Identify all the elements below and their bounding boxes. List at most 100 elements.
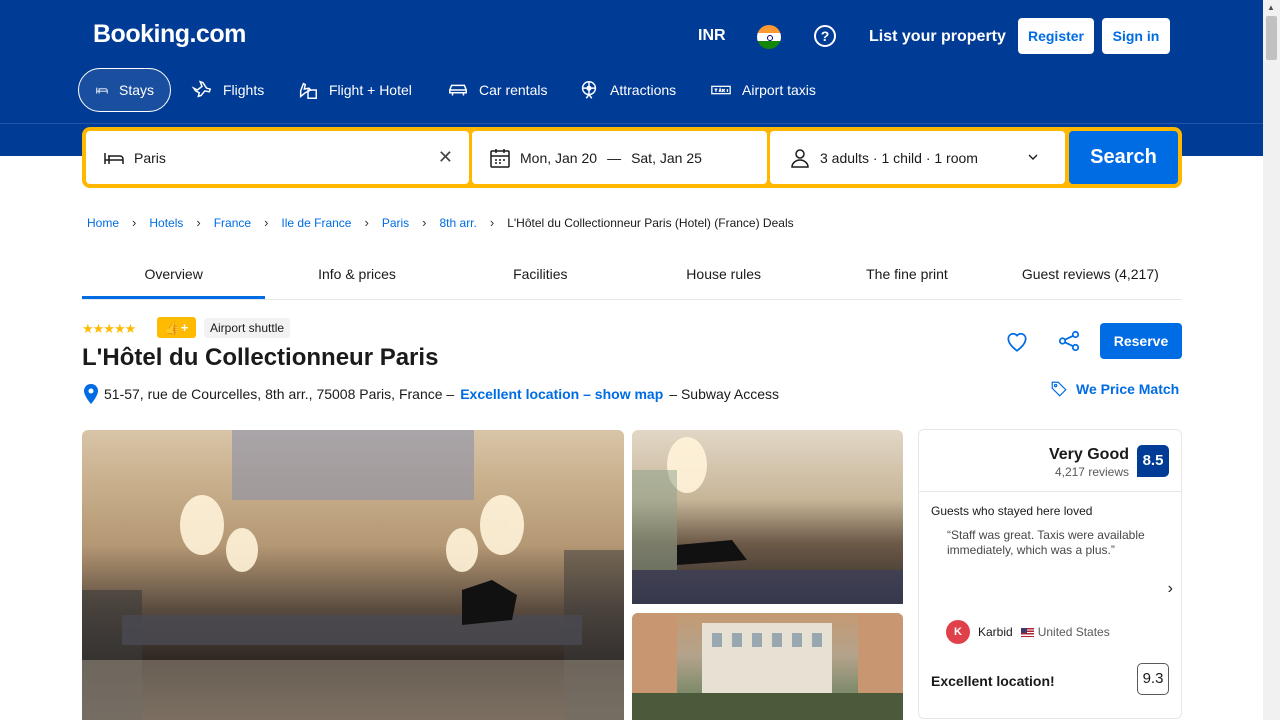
share-icon[interactable] xyxy=(1056,328,1082,354)
nav-flights[interactable]: Flights xyxy=(191,68,264,112)
thumbs-up-plus-icon: 👍+ xyxy=(157,317,196,338)
list-property-link[interactable]: List your property xyxy=(869,28,1006,46)
tab-overview[interactable]: Overview xyxy=(82,252,266,299)
address-row: 51-57, rue de Courcelles, 8th arr., 7500… xyxy=(84,384,779,404)
location-score-badge: 9.3 xyxy=(1137,663,1169,695)
chevron-right-icon[interactable]: › xyxy=(1168,580,1173,598)
chevron-right-icon: › xyxy=(264,215,269,230)
nav-car-rentals[interactable]: Car rentals xyxy=(447,68,547,112)
avatar: K xyxy=(946,620,970,644)
currency-selector[interactable]: INR xyxy=(698,27,726,45)
nav-label: Flights xyxy=(223,82,265,98)
nav-label: Car rentals xyxy=(479,82,548,98)
register-button[interactable]: Register xyxy=(1018,18,1094,54)
guests-field[interactable]: 3 adults · 1 child · 1 room xyxy=(770,131,1065,184)
car-icon xyxy=(449,84,467,96)
review-quote: “Staff was great. Taxis were available i… xyxy=(947,528,1145,557)
address-suffix: – Subway Access xyxy=(669,386,779,402)
scrollbar[interactable] xyxy=(1263,0,1280,720)
author-country-label: United States xyxy=(1037,625,1110,639)
heart-icon[interactable] xyxy=(1004,328,1030,354)
reserve-button[interactable]: Reserve xyxy=(1100,323,1182,359)
nav-flight-hotel[interactable]: Flight + Hotel xyxy=(297,68,412,112)
check-in-date: Mon, Jan 20 xyxy=(520,149,598,166)
nav-stays[interactable]: Stays xyxy=(78,68,171,112)
tab-house-rules[interactable]: House rules xyxy=(632,252,815,299)
nav-label: Flight + Hotel xyxy=(329,82,412,98)
language-flag-icon[interactable] xyxy=(757,25,781,49)
tab-info-prices[interactable]: Info & prices xyxy=(265,252,448,299)
price-match-link[interactable]: We Price Match xyxy=(1050,380,1179,398)
review-author: K Karbid United States xyxy=(946,620,1110,644)
review-summary-card: Very Good 4,217 reviews 8.5 Guests who s… xyxy=(918,429,1182,719)
search-button[interactable]: Search xyxy=(1069,131,1178,184)
us-flag-icon xyxy=(1020,627,1034,637)
plane-hotel-icon xyxy=(299,82,317,99)
breadcrumb-paris[interactable]: Paris xyxy=(382,216,409,230)
plane-icon xyxy=(191,80,212,98)
review-count: 4,217 reviews xyxy=(1054,465,1129,479)
author-name: Karbid xyxy=(978,625,1013,639)
review-score-word: Very Good xyxy=(1048,446,1129,463)
tab-fine-print[interactable]: The fine print xyxy=(815,252,998,299)
price-match-label: We Price Match xyxy=(1076,381,1180,397)
chevron-right-icon: › xyxy=(422,215,427,230)
star-rating: ★★★★★ xyxy=(82,321,136,336)
breadcrumb-hotels[interactable]: Hotels xyxy=(149,216,183,230)
nav-label: Attractions xyxy=(610,82,677,98)
destination-value: Paris xyxy=(134,149,166,166)
destination-field[interactable]: Paris ✕ xyxy=(86,131,469,184)
taxi-icon xyxy=(711,85,731,95)
review-score-header[interactable]: Very Good 4,217 reviews 8.5 xyxy=(919,430,1181,492)
person-icon xyxy=(791,148,809,168)
hotel-photo-lobby[interactable] xyxy=(82,430,624,720)
breadcrumb-home[interactable]: Home xyxy=(87,216,119,230)
header-divider xyxy=(0,123,1280,124)
breadcrumb-ile-de-france[interactable]: Ile de France xyxy=(281,216,351,230)
chevron-right-icon: › xyxy=(364,215,369,230)
date-separator: — xyxy=(607,149,622,166)
search-bar: Paris ✕ Mon, Jan 20 — Sat, Jan 25 3 adul… xyxy=(82,127,1182,188)
show-map-link[interactable]: Excellent location – show map xyxy=(460,386,663,402)
airport-shuttle-badge: Airport shuttle xyxy=(204,318,291,338)
hotel-photo-piano[interactable] xyxy=(632,430,903,604)
date-picker-field[interactable]: Mon, Jan 20 — Sat, Jan 25 xyxy=(472,131,767,184)
address-text: 51-57, rue de Courcelles, 8th arr., 7500… xyxy=(104,386,455,402)
chevron-right-icon: › xyxy=(196,215,201,230)
review-score-badge: 8.5 xyxy=(1137,445,1169,477)
chevron-right-icon: › xyxy=(132,215,137,230)
breadcrumb: Home › Hotels › France › Ile de France › Par… xyxy=(87,215,794,230)
ferris-wheel-icon xyxy=(581,81,597,99)
hotel-photo-courtyard[interactable] xyxy=(632,613,903,720)
check-out-date: Sat, Jan 25 xyxy=(631,149,702,166)
bed-icon xyxy=(104,152,124,164)
map-pin-icon xyxy=(84,384,98,404)
location-rating-label: Excellent location! xyxy=(931,673,1055,689)
hotel-title: L'Hôtel du Collectionneur Paris xyxy=(82,344,439,371)
breadcrumb-current: L'Hôtel du Collectionneur Paris (Hotel) … xyxy=(507,215,794,230)
scrollbar-thumb[interactable] xyxy=(1266,16,1277,60)
nav-label: Stays xyxy=(118,82,154,98)
question-circle-icon[interactable]: ? xyxy=(814,25,836,47)
chevron-down-icon[interactable] xyxy=(1025,149,1041,165)
tab-guest-reviews[interactable]: Guest reviews (4,217) xyxy=(999,252,1182,299)
piano-illustration xyxy=(632,437,903,604)
nav-label: Airport taxis xyxy=(742,82,816,98)
property-tabs: Overview Info & prices Facilities House … xyxy=(82,252,1182,300)
nav-attractions[interactable]: Attractions xyxy=(578,68,676,112)
tab-facilities[interactable]: Facilities xyxy=(449,252,632,299)
nav-airport-taxis[interactable]: Airport taxis xyxy=(710,68,816,112)
logo[interactable]: Booking.com xyxy=(93,20,246,49)
sign-in-button[interactable]: Sign in xyxy=(1102,18,1170,54)
breadcrumb-8th-arr[interactable]: 8th arr. xyxy=(440,216,477,230)
chevron-right-icon: › xyxy=(489,215,495,230)
guests-value: 3 adults · 1 child · 1 room xyxy=(820,149,978,166)
breadcrumb-france[interactable]: France xyxy=(214,216,251,230)
tag-icon xyxy=(1051,381,1067,397)
guests-loved-label: Guests who stayed here loved xyxy=(931,504,1093,518)
bed-icon xyxy=(96,87,108,94)
lobby-illustration xyxy=(82,430,624,720)
close-icon[interactable]: ✕ xyxy=(438,147,453,168)
scroll-up-arrow-icon[interactable]: ▲ xyxy=(1267,3,1275,12)
author-country: United States xyxy=(1020,625,1110,639)
